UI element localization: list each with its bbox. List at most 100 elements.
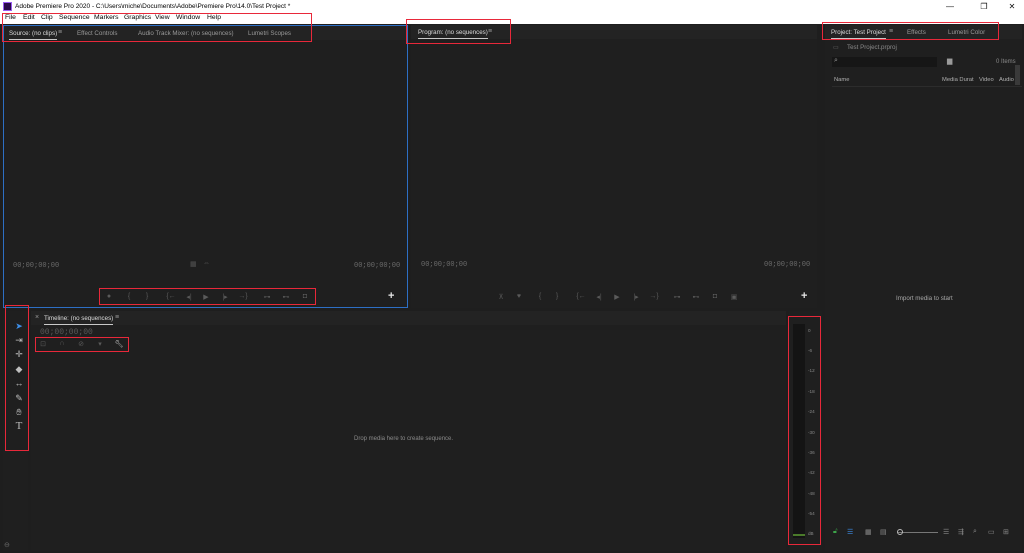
program-export-frame-icon[interactable]: ◘ xyxy=(710,293,720,300)
tab-timeline[interactable]: Timeline: (no sequences) xyxy=(44,315,114,325)
menu-sequence[interactable]: Sequence xyxy=(59,14,90,21)
project-panel-menu-icon[interactable]: ≡ xyxy=(889,28,893,35)
source-button-editor-icon[interactable]: + xyxy=(388,290,394,302)
mark-in-icon[interactable]: { xyxy=(124,293,134,300)
selection-tool-icon[interactable]: ➤ xyxy=(13,320,25,332)
column-video[interactable]: Video xyxy=(979,77,994,83)
program-button-editor-icon[interactable]: + xyxy=(801,290,807,302)
program-timecode-out: 00;00;00;00 xyxy=(764,261,811,269)
close-window-button[interactable]: ✕ xyxy=(1002,1,1022,12)
razor-tool-icon[interactable]: ◆ xyxy=(13,363,25,375)
automate-to-sequence-icon[interactable]: ⇶ xyxy=(958,528,964,536)
tab-effects[interactable]: Effects xyxy=(907,29,926,36)
meter-tick: -12 xyxy=(808,368,815,373)
tab-project[interactable]: Project: Test Project xyxy=(831,29,886,39)
project-scrollbar[interactable] xyxy=(1015,65,1020,85)
program-mark-out-icon[interactable]: } xyxy=(552,293,562,300)
menu-graphics[interactable]: Graphics xyxy=(124,14,151,21)
source-timecode-in[interactable]: 00;00;00;00 xyxy=(13,262,59,270)
column-name[interactable]: Name xyxy=(834,77,849,83)
zoom-slider-handle[interactable] xyxy=(897,529,903,535)
wrench-icon[interactable]: 🔧︎ xyxy=(114,340,124,348)
menu-clip[interactable]: Clip xyxy=(41,14,53,21)
tab-program[interactable]: Program: (no sequences) xyxy=(418,29,488,39)
hand-tool-icon[interactable]: ✋︎ xyxy=(13,406,25,418)
program-go-to-out-icon[interactable]: →} xyxy=(649,293,659,300)
program-lift-icon[interactable]: ⊶ xyxy=(672,293,682,301)
program-mark-in-icon[interactable]: { xyxy=(535,293,545,300)
add-marker-timeline-icon[interactable]: ▾ xyxy=(95,340,105,348)
premiere-app-icon xyxy=(3,2,12,11)
menu-view[interactable]: View xyxy=(155,14,170,21)
mark-out-icon[interactable]: } xyxy=(142,293,152,300)
tab-source[interactable]: Source: (no clips) xyxy=(9,30,58,40)
icon-view-icon[interactable]: ▦ xyxy=(865,528,872,536)
meter-tick: -48 xyxy=(808,491,815,496)
drag-video-icon[interactable]: ⇔ xyxy=(203,260,210,267)
meter-tick: -24 xyxy=(808,409,815,414)
add-marker-icon[interactable]: ● xyxy=(104,293,114,300)
new-bin-icon[interactable]: ▭ xyxy=(988,528,995,536)
tab-effect-controls[interactable]: Effect Controls xyxy=(77,30,117,37)
slip-tool-icon[interactable]: ↔ xyxy=(13,377,25,389)
export-frame-icon[interactable]: ◘ xyxy=(300,293,310,300)
sort-icons-icon[interactable]: ☰ xyxy=(943,528,949,536)
insert-overwrite-sequences-icon[interactable]: ⊡ xyxy=(38,340,48,348)
tab-lumetri-scopes[interactable]: Lumetri Scopes xyxy=(248,30,291,37)
step-back-icon[interactable]: ◂| xyxy=(184,293,194,301)
play-icon[interactable]: ▶ xyxy=(201,293,211,301)
overwrite-icon[interactable]: ⊷ xyxy=(281,293,291,301)
program-panel-menu-icon[interactable]: ≡ xyxy=(488,28,492,35)
panel-options-icon[interactable]: ⊖ xyxy=(4,541,10,549)
menu-file[interactable]: File xyxy=(5,14,16,21)
type-tool-icon[interactable]: T xyxy=(13,420,25,432)
new-item-icon[interactable]: ⊞ xyxy=(1003,528,1009,536)
program-play-icon[interactable]: ▶ xyxy=(612,293,622,301)
program-step-forward-icon[interactable]: |▸ xyxy=(631,293,641,301)
lift-icon[interactable]: ⊼ xyxy=(496,293,506,301)
zoom-slider[interactable] xyxy=(898,532,938,533)
go-to-in-icon[interactable]: {← xyxy=(166,293,176,300)
fit-dropdown-icon[interactable]: ▦ xyxy=(190,260,197,268)
program-panel-header: Program: (no sequences) ≡ xyxy=(411,25,817,39)
write-protect-icon[interactable]: 🔓︎ xyxy=(833,528,838,536)
timeline-panel-menu-icon[interactable]: ≡ xyxy=(115,314,119,321)
pen-tool-icon[interactable]: ✎ xyxy=(13,392,25,404)
ripple-edit-tool-icon[interactable]: ✛ xyxy=(13,348,25,360)
list-view-icon[interactable]: ☰ xyxy=(847,528,853,536)
insert-icon[interactable]: ⊶ xyxy=(262,293,272,301)
drop-media-message: Drop media here to create sequence. xyxy=(354,436,454,442)
new-search-bin-icon[interactable]: ▆ xyxy=(947,57,952,65)
meter-tick: -18 xyxy=(808,389,815,394)
tab-lumetri-color[interactable]: Lumetri Color xyxy=(948,29,985,36)
column-audio[interactable]: Audio xyxy=(999,77,1014,83)
minimize-button[interactable]: — xyxy=(940,1,960,12)
freeform-view-icon[interactable]: ▤ xyxy=(880,528,887,536)
program-go-to-in-icon[interactable]: {← xyxy=(576,293,586,300)
go-to-out-icon[interactable]: →} xyxy=(238,293,248,300)
comparison-view-icon[interactable]: ▣ xyxy=(729,293,739,301)
menu-window[interactable]: Window xyxy=(176,14,200,21)
find-icon[interactable]: ⌕ xyxy=(973,528,977,536)
menu-edit[interactable]: Edit xyxy=(23,14,35,21)
maximize-button[interactable]: ❐ xyxy=(974,1,994,12)
audio-meter-panel xyxy=(789,311,822,551)
project-panel: Project: Test Project ≡ Effects Lumetri … xyxy=(825,25,1022,551)
timeline-timecode[interactable]: 00;00;00;00 xyxy=(40,328,93,337)
column-media-duration[interactable]: Media Durat xyxy=(942,77,974,83)
linked-selection-icon[interactable]: ⊘ xyxy=(76,340,86,348)
program-extract-icon[interactable]: ⊷ xyxy=(691,293,701,301)
program-marker-icon[interactable]: ♥ xyxy=(514,293,524,300)
source-panel-menu-icon[interactable]: ≡ xyxy=(58,29,62,36)
source-timecode-out: 00;00;00;00 xyxy=(354,262,401,270)
close-timeline-icon[interactable]: × xyxy=(35,314,39,321)
tab-audio-track-mixer[interactable]: Audio Track Mixer: (no sequences) xyxy=(138,30,234,37)
menu-markers[interactable]: Markers xyxy=(94,14,119,21)
snap-icon[interactable]: ∩ xyxy=(57,340,67,347)
step-forward-icon[interactable]: |▸ xyxy=(220,293,230,301)
program-step-back-icon[interactable]: ◂| xyxy=(594,293,604,301)
project-search-input[interactable]: ⌕ xyxy=(832,57,937,67)
track-select-tool-icon[interactable]: ⇥ xyxy=(13,334,25,346)
menu-help[interactable]: Help xyxy=(207,14,221,21)
program-timecode-in[interactable]: 00;00;00;00 xyxy=(421,261,467,269)
